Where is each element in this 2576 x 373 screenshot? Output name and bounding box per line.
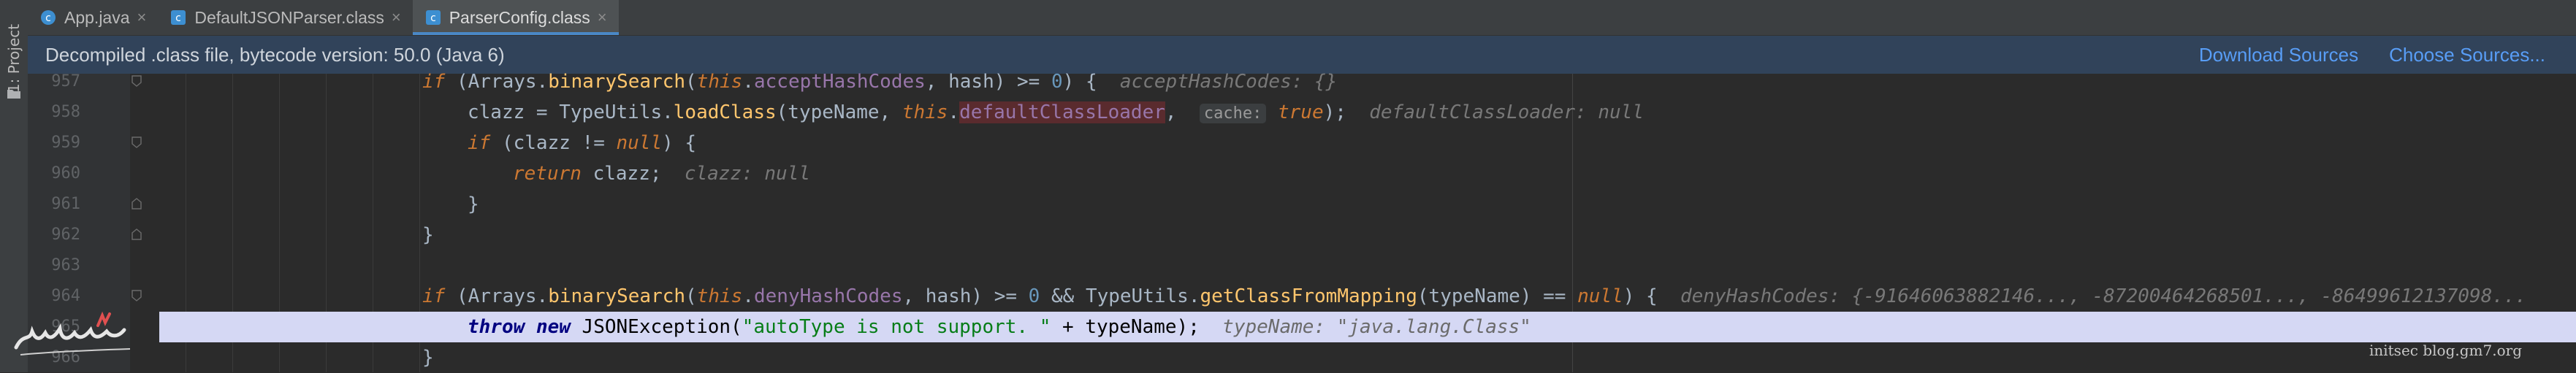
code-text: } [422, 347, 434, 369]
class-file-icon: c [425, 10, 441, 25]
svg-text:c: c [45, 12, 51, 24]
parameter-hint: cache: [1199, 104, 1267, 123]
code-line[interactable]: 962 } [28, 220, 2576, 250]
code-text: } [422, 224, 434, 246]
execution-point-line[interactable]: throw new JSONException("autoType is not… [159, 312, 2576, 342]
code-editor[interactable]: 957 if (Arrays.binarySearch(this.acceptH… [28, 71, 2576, 373]
code-text: if (Arrays.binarySearch(this.denyHashCod… [422, 285, 2527, 307]
tab-label: ParserConfig.class [449, 7, 590, 27]
code-text: clazz = TypeUtils.loadClass(typeName, th… [468, 101, 1644, 123]
download-sources-link[interactable]: Download Sources [2199, 44, 2358, 66]
line-number: 958 [51, 103, 80, 121]
fold-marker-icon[interactable] [132, 75, 142, 87]
code-text: } [468, 193, 479, 215]
fold-end-icon[interactable] [132, 228, 142, 240]
code-line[interactable]: 957 if (Arrays.binarySearch(this.acceptH… [28, 66, 2576, 97]
java-class-icon: c [41, 10, 56, 25]
code-line[interactable]: 958 clazz = TypeUtils.loadClass(typeName… [28, 97, 2576, 128]
close-icon[interactable]: × [598, 8, 607, 27]
line-number: 959 [51, 134, 80, 152]
decompiled-message: Decompiled .class file, bytecode version… [45, 43, 505, 66]
tab-label: DefaultJSONParser.class [194, 7, 384, 27]
folder-icon [7, 90, 20, 99]
code-text: throw new JSONException("autoType is not… [468, 316, 1531, 338]
line-number: 963 [51, 256, 80, 274]
close-icon[interactable]: × [137, 8, 147, 27]
code-line[interactable]: 960 return clazz; clazz: null [28, 158, 2576, 189]
line-number: 960 [51, 164, 80, 182]
watermark: initsec blog.gm7.org [2369, 342, 2522, 359]
code-text: if (Arrays.binarySearch(this.acceptHashC… [422, 71, 1338, 93]
code-text: if (clazz != null) { [468, 132, 697, 154]
editor-tabs: c App.java × c DefaultJSONParser.class ×… [28, 0, 2576, 36]
project-tool-label: 1: Project [5, 23, 23, 93]
inline-debug-value: typeName: "java.lang.Class" [1222, 316, 1531, 338]
inline-debug-value: denyHashCodes: {-91646063882146..., -872… [1680, 285, 2527, 307]
choose-sources-link[interactable]: Choose Sources... [2389, 44, 2545, 66]
inline-debug-value: acceptHashCodes: {} [1119, 71, 1338, 93]
code-line[interactable]: 963 [28, 250, 2576, 281]
svg-text:c: c [430, 12, 436, 24]
tab-defaultjsonparser[interactable]: c DefaultJSONParser.class × [158, 0, 412, 35]
fold-end-icon[interactable] [132, 198, 142, 209]
tab-label: App.java [64, 7, 130, 27]
line-number: 957 [51, 72, 80, 91]
fold-marker-icon[interactable] [132, 136, 142, 148]
code-line[interactable]: 966 } [28, 342, 2576, 373]
class-file-icon: c [171, 10, 186, 25]
close-icon[interactable]: × [392, 8, 401, 27]
svg-text:c: c [176, 12, 182, 24]
tab-parserconfig[interactable]: c ParserConfig.class × [412, 0, 619, 35]
inline-debug-value: clazz: null [684, 163, 810, 185]
code-line[interactable]: 964 if (Arrays.binarySearch(this.denyHas… [28, 281, 2576, 312]
line-number: 961 [51, 195, 80, 213]
line-number: 962 [51, 226, 80, 244]
fold-marker-icon[interactable] [132, 290, 142, 301]
code-line[interactable]: 959 if (clazz != null) { [28, 128, 2576, 158]
code-text: return clazz; clazz: null [513, 163, 810, 185]
inline-debug-value: defaultClassLoader: null [1369, 101, 1644, 123]
tab-app-java[interactable]: c App.java × [28, 0, 158, 35]
line-number: 964 [51, 287, 80, 305]
logo-mark [14, 311, 131, 355]
code-line[interactable]: 961 } [28, 189, 2576, 220]
